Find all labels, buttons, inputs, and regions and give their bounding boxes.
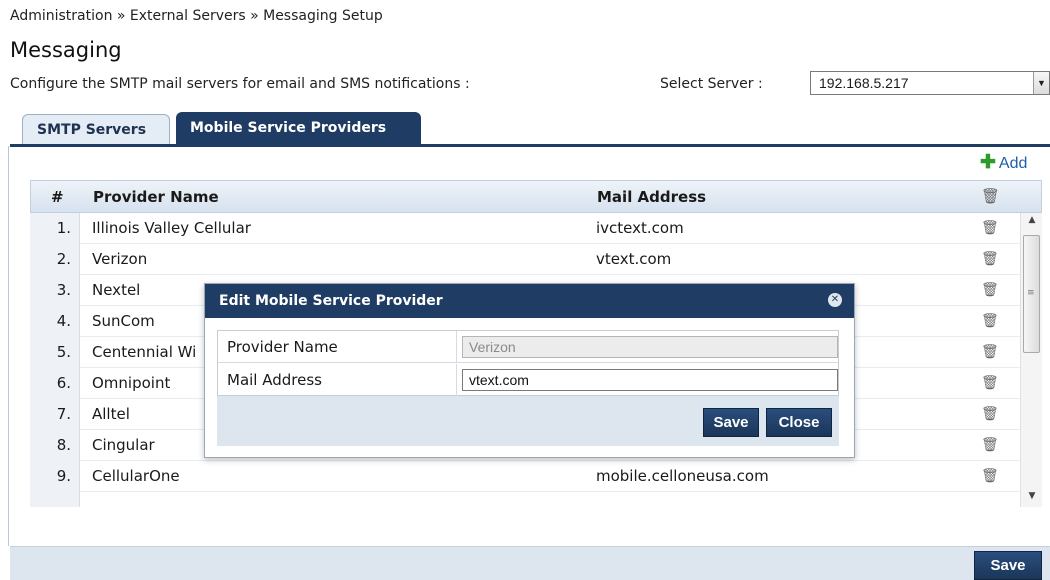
save-button[interactable]: Save — [974, 551, 1042, 580]
table-row[interactable]: 9. CellularOne mobile.celloneusa.com 🗑 — [30, 461, 1020, 492]
row-number — [30, 492, 80, 507]
provider-name: Nextel — [92, 281, 141, 299]
provider-name-field — [462, 336, 838, 358]
provider-name: Verizon — [92, 250, 148, 268]
trash-icon[interactable]: 🗑 — [981, 368, 999, 399]
mail-address-label: Mail Address — [227, 371, 322, 389]
trash-icon[interactable]: 🗑 — [981, 461, 999, 492]
table-row-partial[interactable] — [30, 492, 1020, 507]
form-row-mail-address: Mail Address — [218, 364, 838, 396]
scroll-thumb[interactable]: ≡ — [1023, 235, 1040, 353]
provider-name: Alltel — [92, 405, 130, 423]
close-icon[interactable]: ✕ — [828, 293, 842, 307]
table-header: # Provider Name Mail Address 🗑 — [30, 180, 1042, 213]
column-header-number: # — [51, 188, 64, 206]
edit-provider-dialog: Edit Mobile Service Provider ✕ Provider … — [204, 283, 855, 458]
grip-icon: ≡ — [1027, 288, 1035, 298]
page-title: Messaging — [10, 38, 122, 62]
trash-icon[interactable]: 🗑 — [981, 275, 999, 306]
form-divider — [456, 364, 457, 396]
tab-mobile-service-providers[interactable]: Mobile Service Providers — [176, 112, 421, 145]
add-label: Add — [998, 155, 1028, 172]
add-button[interactable]: ✚ Add — [980, 151, 1027, 174]
breadcrumb: Administration » External Servers » Mess… — [10, 8, 383, 24]
table-row[interactable]: 1. Illinois Valley Cellular ivctext.com … — [30, 213, 1020, 244]
chevron-down-icon[interactable]: ▼ — [1033, 72, 1049, 94]
page-description: Configure the SMTP mail servers for emai… — [10, 76, 470, 92]
form-row-provider-name: Provider Name — [218, 331, 838, 363]
table-scrollbar[interactable]: ▲ ≡ ▼ — [1020, 213, 1042, 507]
dialog-save-button[interactable]: Save — [703, 408, 759, 437]
dialog-titlebar[interactable]: Edit Mobile Service Provider ✕ — [205, 284, 854, 318]
row-number: 2. — [30, 244, 80, 275]
provider-name: CellularOne — [92, 467, 180, 485]
plus-icon: ✚ — [980, 152, 996, 173]
mail-address-field[interactable] — [462, 369, 838, 391]
scroll-down-icon[interactable]: ▼ — [1021, 491, 1043, 501]
trash-icon[interactable]: 🗑 — [981, 306, 999, 337]
trash-icon[interactable]: 🗑 — [981, 337, 999, 368]
table-row[interactable]: 2. Verizon vtext.com 🗑 — [30, 244, 1020, 275]
column-header-mail-address[interactable]: Mail Address — [597, 188, 706, 206]
dialog-form: Provider Name Mail Address — [217, 330, 839, 396]
server-select[interactable]: 192.168.5.217 ▼ — [810, 71, 1050, 95]
tab-smtp-servers[interactable]: SMTP Servers — [22, 114, 170, 145]
mail-address: mobile.celloneusa.com — [596, 467, 769, 485]
dialog-close-button[interactable]: Close — [766, 408, 832, 437]
provider-name: Omnipoint — [92, 374, 171, 392]
row-number: 6. — [30, 368, 80, 399]
server-select-value: 192.168.5.217 — [819, 75, 909, 91]
row-number: 1. — [30, 213, 80, 244]
mail-address: vtext.com — [596, 250, 672, 268]
mail-address: ivctext.com — [596, 219, 684, 237]
row-number: 8. — [30, 430, 80, 461]
column-header-provider-name[interactable]: Provider Name — [93, 188, 219, 206]
row-number: 4. — [30, 306, 80, 337]
provider-name: SunCom — [92, 312, 155, 330]
provider-name-label: Provider Name — [227, 338, 338, 356]
footer-bar — [10, 546, 1050, 580]
trash-icon[interactable]: 🗑 — [981, 399, 999, 430]
row-number: 3. — [30, 275, 80, 306]
dialog-title: Edit Mobile Service Provider — [219, 293, 443, 309]
row-number: 7. — [30, 399, 80, 430]
provider-name: Illinois Valley Cellular — [92, 219, 251, 237]
trash-icon[interactable]: 🗑 — [981, 187, 1000, 205]
provider-name: Centennial Wi — [92, 343, 197, 361]
dialog-footer: Save Close — [217, 396, 839, 446]
trash-icon[interactable]: 🗑 — [981, 244, 999, 275]
trash-icon[interactable]: 🗑 — [981, 213, 999, 244]
scroll-up-icon[interactable]: ▲ — [1021, 215, 1043, 225]
form-divider — [456, 331, 457, 363]
select-server-label: Select Server : — [660, 76, 763, 92]
trash-icon[interactable]: 🗑 — [981, 430, 999, 461]
row-number: 9. — [30, 461, 80, 492]
provider-name: Cingular — [92, 436, 155, 454]
row-number: 5. — [30, 337, 80, 368]
